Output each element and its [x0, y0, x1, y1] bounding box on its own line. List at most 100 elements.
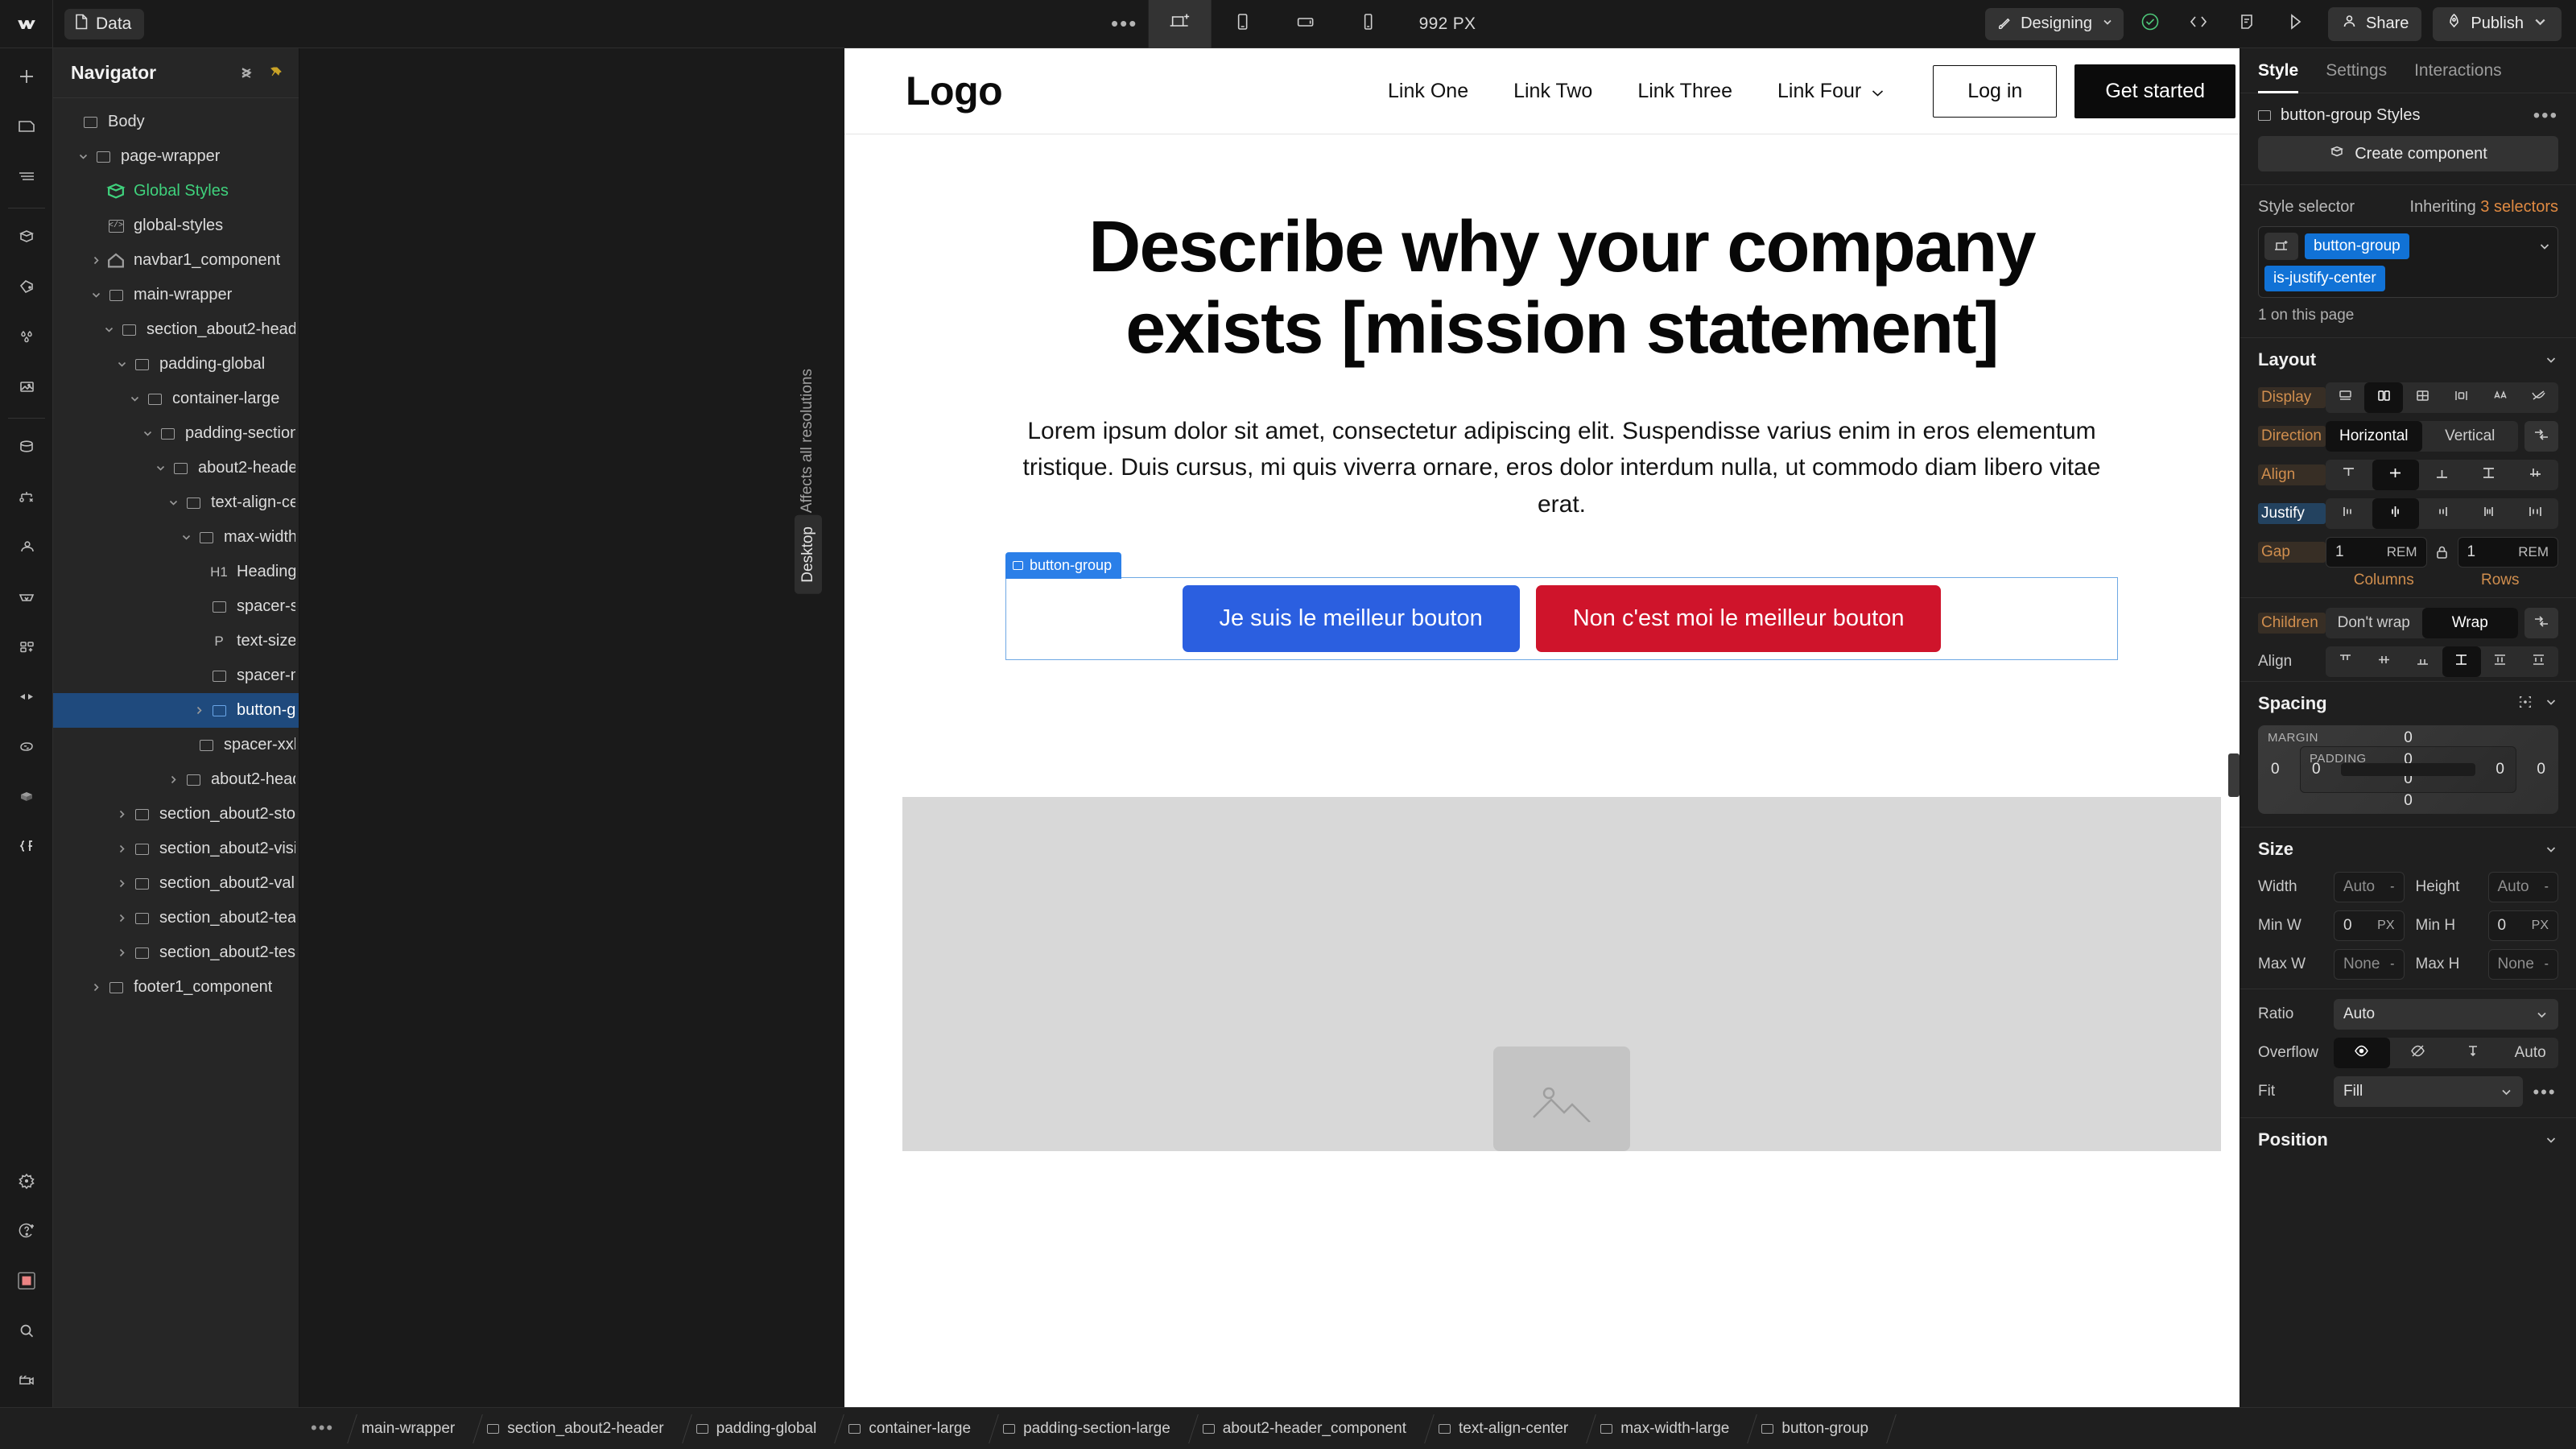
- pin-icon[interactable]: [266, 64, 284, 82]
- chevron-down-icon[interactable]: [177, 531, 195, 543]
- chevron-down-icon[interactable]: [113, 358, 130, 370]
- site-nav-link[interactable]: Link One: [1388, 80, 1468, 103]
- navigator-tree-item[interactable]: spacer-medium: [53, 658, 299, 693]
- content-center-option[interactable]: [2364, 646, 2403, 677]
- chevron-right-icon[interactable]: [113, 912, 130, 924]
- align-baseline-option[interactable]: [2512, 460, 2558, 490]
- min-height-input[interactable]: 0 PX: [2487, 910, 2558, 941]
- primary-button[interactable]: Je suis le meilleur bouton: [1182, 585, 1520, 653]
- navigator-tree-item[interactable]: spacer-small: [53, 589, 299, 624]
- children-reverse-button[interactable]: [2524, 608, 2558, 638]
- navigator-tree-item[interactable]: page-wrapper: [53, 139, 299, 174]
- spacing-target-icon[interactable]: [2518, 695, 2533, 713]
- hero-heading[interactable]: Describe why your company exists [missio…: [1002, 207, 2121, 369]
- code-button[interactable]: [2177, 2, 2220, 46]
- navigator-tree-item[interactable]: Body: [53, 105, 299, 139]
- preview-button[interactable]: [2273, 2, 2317, 46]
- breadcrumb-item[interactable]: padding-global: [680, 1408, 833, 1449]
- navigator-tree-item[interactable]: navbar1_component: [53, 243, 299, 278]
- effects-button[interactable]: [0, 723, 53, 773]
- gap-rows-input[interactable]: 1 REM: [2457, 537, 2558, 568]
- margin-bottom-value[interactable]: 0: [2404, 792, 2413, 810]
- ellipsis-icon[interactable]: •••: [2533, 106, 2558, 125]
- get-started-button[interactable]: Get started: [2074, 64, 2235, 118]
- overflow-options[interactable]: Auto: [2334, 1038, 2558, 1068]
- navigator-tree-item[interactable]: container-large: [53, 382, 299, 416]
- style-manager-button[interactable]: [0, 263, 53, 313]
- display-flex-option[interactable]: [2364, 382, 2404, 413]
- max-height-input[interactable]: None -: [2487, 949, 2558, 980]
- navigator-tree-item[interactable]: main-wrapper: [53, 278, 299, 312]
- data-panel-button[interactable]: Data: [64, 8, 145, 39]
- justify-options[interactable]: [2326, 498, 2558, 529]
- breadcrumb-item[interactable]: text-align-center: [1422, 1408, 1584, 1449]
- direction-horizontal-option[interactable]: Horizontal: [2326, 421, 2422, 452]
- create-component-button[interactable]: Create component: [2258, 136, 2558, 171]
- gap-columns-input[interactable]: 1 REM: [2326, 537, 2427, 568]
- breakpoint-tablet-button[interactable]: [1212, 0, 1274, 48]
- site-nav-link[interactable]: Link Two: [1513, 80, 1592, 103]
- children-wrap-options[interactable]: Don't wrap Wrap: [2326, 608, 2518, 638]
- navigator-tree-item[interactable]: max-width-large: [53, 520, 299, 555]
- ellipsis-icon[interactable]: •••: [1100, 0, 1149, 48]
- breadcrumb-item[interactable]: max-width-large: [1584, 1408, 1745, 1449]
- navigator-tree-item[interactable]: section_about2-testimonial: [53, 935, 299, 970]
- align-center-option[interactable]: [2372, 460, 2419, 490]
- lock-icon[interactable]: [2427, 544, 2458, 560]
- chevron-down-icon[interactable]: [2544, 1133, 2558, 1147]
- variables-button[interactable]: [0, 313, 53, 363]
- navigator-tree-item[interactable]: button-group: [53, 693, 299, 728]
- chevron-down-icon[interactable]: [138, 427, 156, 440]
- direction-options[interactable]: Horizontal Vertical: [2326, 421, 2518, 452]
- hero-paragraph[interactable]: Lorem ipsum dolor sit amet, consectetur …: [1002, 413, 2121, 523]
- justify-end-option[interactable]: [2419, 498, 2466, 529]
- assets-button[interactable]: [0, 363, 53, 413]
- selector-input[interactable]: button-group is-justify-center: [2258, 226, 2558, 298]
- align-start-option[interactable]: [2326, 460, 2372, 490]
- help-button[interactable]: [0, 1208, 53, 1257]
- spacing-widget[interactable]: MARGIN 0 0 0 0 PADDING 0 0 0 0: [2258, 725, 2558, 814]
- chevron-right-icon[interactable]: [87, 254, 105, 266]
- webflow-logo-icon[interactable]: [0, 0, 53, 48]
- display-inline-block-option[interactable]: [2442, 382, 2481, 413]
- display-block-option[interactable]: [2326, 382, 2364, 413]
- chevron-down-icon[interactable]: [2544, 695, 2558, 713]
- justify-space-between-option[interactable]: [2465, 498, 2512, 529]
- mode-selector[interactable]: Designing: [1985, 7, 2124, 40]
- site-nav-link[interactable]: Link Four: [1777, 80, 1885, 103]
- min-width-input[interactable]: 0 PX: [2334, 910, 2405, 941]
- breadcrumb-item[interactable]: padding-section-large: [987, 1408, 1187, 1449]
- libraries-button[interactable]: [0, 773, 53, 823]
- overflow-scroll-option[interactable]: [2446, 1038, 2503, 1068]
- children-align-options[interactable]: [2326, 646, 2558, 677]
- display-options[interactable]: [2326, 382, 2558, 413]
- selector-chip-button-group[interactable]: button-group: [2305, 233, 2409, 259]
- chevron-right-icon[interactable]: [87, 981, 105, 993]
- size-section-header[interactable]: Size: [2240, 827, 2576, 868]
- breakpoint-mobile-landscape-button[interactable]: [1274, 0, 1337, 48]
- components-button[interactable]: [0, 213, 53, 263]
- content-end-option[interactable]: [2403, 646, 2442, 677]
- children-wrap-option[interactable]: Wrap: [2421, 608, 2518, 638]
- tab-interactions[interactable]: Interactions: [2414, 48, 2502, 93]
- display-grid-option[interactable]: [2403, 382, 2442, 413]
- align-options[interactable]: [2326, 460, 2558, 490]
- padding-widget[interactable]: PADDING 0 0 0 0: [2300, 746, 2516, 793]
- chevron-down-icon[interactable]: [87, 289, 105, 301]
- navigator-tree-item[interactable]: </> global-styles: [53, 208, 299, 243]
- height-input[interactable]: Auto -: [2487, 872, 2558, 902]
- users-button[interactable]: [0, 523, 53, 573]
- chevron-down-icon[interactable]: [126, 393, 143, 405]
- spacing-section-header[interactable]: Spacing: [2240, 681, 2576, 722]
- button-group[interactable]: Je suis le meilleur bouton Non c'est moi…: [1005, 577, 2118, 661]
- navigator-tree-item[interactable]: text-align-center: [53, 485, 299, 520]
- selector-chip-is-justify-center[interactable]: is-justify-center: [2264, 266, 2385, 291]
- ecommerce-button[interactable]: [0, 573, 53, 623]
- children-dont-wrap-option[interactable]: Don't wrap: [2326, 608, 2422, 638]
- navigator-tree-item[interactable]: padding-global: [53, 347, 299, 382]
- breadcrumb-item[interactable]: about2-header_component: [1187, 1408, 1422, 1449]
- overflow-auto-option[interactable]: Auto: [2502, 1038, 2558, 1068]
- navigator-tree-item[interactable]: section_about2-values: [53, 866, 299, 901]
- navigator-tree-item[interactable]: about2-header_image-wrapper: [53, 762, 299, 797]
- width-input[interactable]: Auto -: [2334, 872, 2405, 902]
